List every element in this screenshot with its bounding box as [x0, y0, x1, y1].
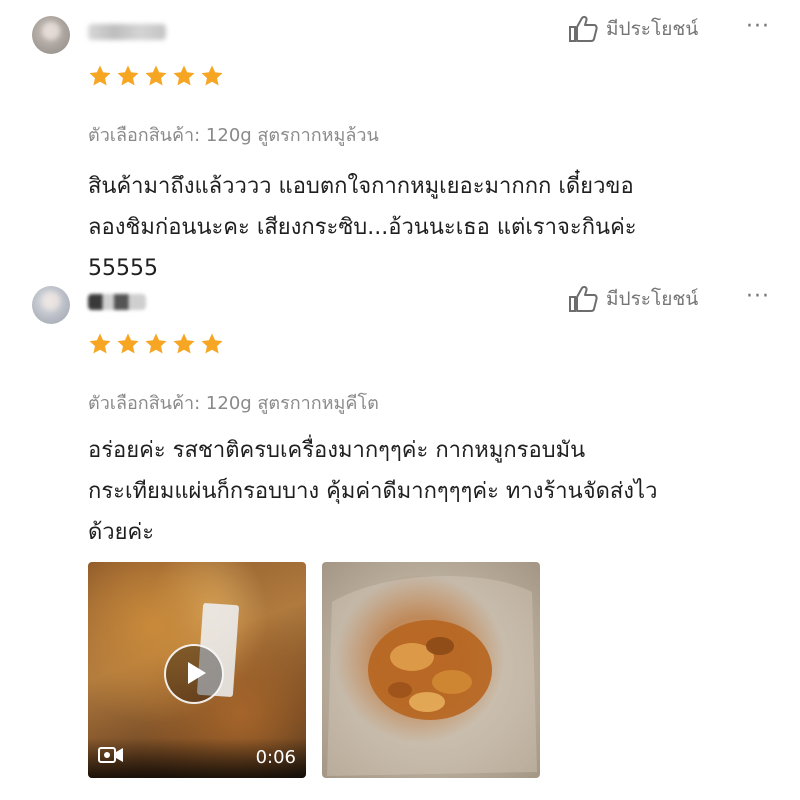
- review-text-line: ลองชิมก่อนนะคะ เสียงกระซิบ...อ้วนนะเธอ แ…: [88, 215, 637, 240]
- review-photo-thumbnail[interactable]: [322, 562, 540, 778]
- star-icon: [200, 64, 224, 88]
- helpful-label: มีประโยชน์: [606, 288, 699, 310]
- review-text: อร่อยค่ะ รสชาติครบเครื่องมากๆๆค่ะ กากหมู…: [88, 430, 778, 553]
- star-icon: [172, 64, 196, 88]
- product-variant: ตัวเลือกสินค้า: 120g สูตรกากหมูล้วน: [88, 125, 379, 146]
- video-duration: 0:06: [255, 747, 296, 768]
- more-dots-icon: ···: [746, 284, 770, 309]
- food-photo-detail: [327, 575, 537, 776]
- review-text-line: กระเทียมแผ่นก็กรอบบาง คุ้มค่าดีมากๆๆๆค่ะ…: [88, 479, 658, 504]
- more-options-button[interactable]: ···: [746, 284, 770, 309]
- reviewer-avatar[interactable]: [32, 286, 70, 324]
- helpful-button[interactable]: มีประโยชน์: [568, 284, 698, 314]
- reviewer-name-blurred: [88, 294, 146, 310]
- star-rating: [88, 332, 224, 356]
- review-text-line: ด้วยค่ะ: [88, 520, 155, 545]
- star-icon: [88, 64, 112, 88]
- star-icon: [88, 332, 112, 356]
- star-icon: [200, 332, 224, 356]
- star-icon: [116, 64, 140, 88]
- play-icon[interactable]: [164, 644, 224, 704]
- review-text-line: อร่อยค่ะ รสชาติครบเครื่องมากๆๆค่ะ กากหมู…: [88, 438, 586, 463]
- star-icon: [144, 332, 168, 356]
- reviewer-avatar[interactable]: [32, 16, 70, 54]
- product-variant: ตัวเลือกสินค้า: 120g สูตรกากหมูคีโต: [88, 393, 379, 414]
- thumbs-up-icon: [568, 15, 598, 43]
- review-text: สินค้ามาถึงแล้วววว แอบตกใจกากหมูเยอะมากก…: [88, 166, 778, 289]
- star-icon: [116, 332, 140, 356]
- reviewer-name-blurred: [88, 24, 166, 40]
- star-rating: [88, 64, 224, 88]
- helpful-label: มีประโยชน์: [606, 18, 699, 40]
- thumbs-up-icon: [568, 285, 598, 313]
- star-icon: [172, 332, 196, 356]
- review-video-thumbnail[interactable]: 0:06: [88, 562, 306, 778]
- video-camera-icon: [98, 746, 124, 768]
- helpful-button[interactable]: มีประโยชน์: [568, 14, 698, 44]
- more-options-button[interactable]: ···: [746, 14, 770, 39]
- more-dots-icon: ···: [746, 14, 770, 39]
- star-icon: [144, 64, 168, 88]
- review-text-line: สินค้ามาถึงแล้วววว แอบตกใจกากหมูเยอะมากก…: [88, 174, 634, 199]
- review-text-line: 55555: [88, 256, 158, 281]
